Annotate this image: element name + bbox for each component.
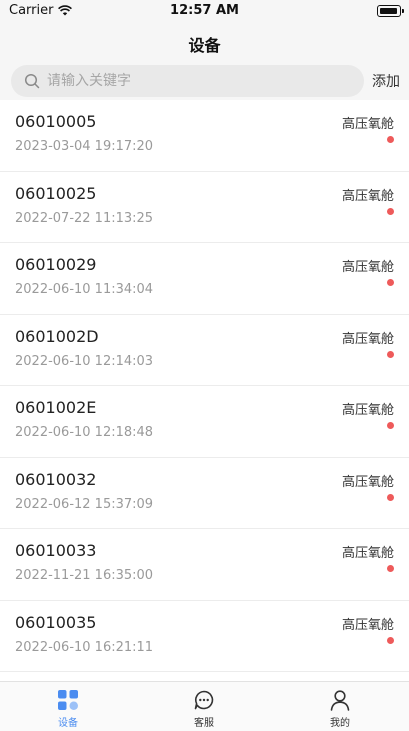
status-dot [387,493,394,501]
status-dot [387,422,394,429]
tab-label: 我的 [330,718,350,729]
device-timestamp: 2022-06-10 12:14:03 [15,353,154,369]
list-item[interactable]: 06010029 2022-06-10 11:34:04 高压氧舱 [0,243,409,315]
status-dot [387,565,394,572]
device-type: 高压氧舱 [341,188,394,204]
tab-label: 设备 [58,718,78,729]
list-item[interactable]: 0601002E 2022-06-10 12:18:48 高压氧舱 [0,386,409,458]
device-type: 高压氧舱 [341,403,394,418]
device-timestamp: 2023-03-04 19:17:20 [15,139,154,154]
tab-label: 客服 [194,718,214,729]
device-timestamp: 2022-07-22 11:13:25 [15,210,154,226]
device-id: 06010025 [15,183,97,203]
device-id: 06010032 [15,469,97,489]
device-type: 高压氧舱 [341,260,394,275]
clock: 12:57 AM [170,3,239,18]
device-list: 06010005 2023-03-04 19:17:20 高压氧舱 060100… [0,100,409,672]
device-id: 06010033 [15,541,97,560]
battery-icon [377,5,404,17]
device-id: 06010005 [15,112,97,131]
status-dot [387,207,394,215]
device-timestamp: 2022-06-10 12:18:48 [15,425,154,440]
search-row: 添加 [0,62,409,100]
search-box[interactable] [11,65,364,97]
list-item[interactable]: 06010032 2022-06-12 15:37:09 高压氧舱 [0,457,409,529]
device-type: 高压氧舱 [341,474,394,490]
add-button[interactable]: 添加 [372,71,400,91]
chat-icon [194,690,214,710]
status-dot [387,279,394,286]
device-type: 高压氧舱 [341,331,394,347]
device-timestamp: 2022-06-10 11:34:04 [15,282,154,297]
list-item[interactable]: 06010025 2022-07-22 11:13:25 高压氧舱 [0,171,409,243]
status-dot [387,136,394,143]
tab-customer-service[interactable]: 客服 [136,682,272,731]
status-dot [387,350,394,358]
tab-devices[interactable]: 设备 [0,682,136,731]
grid-icon [58,690,78,710]
search-icon [24,73,40,89]
device-type: 高压氧舱 [341,117,394,132]
page-title: 设备 [188,36,221,55]
navigation-bar: 设备 [0,22,409,62]
device-type: 高压氧舱 [341,617,394,633]
list-item[interactable]: 0601002D 2022-06-10 12:14:03 高压氧舱 [0,314,409,386]
status-bar: Carrier 12:57 AM [0,0,409,22]
device-id: 06010035 [15,612,97,632]
search-input[interactable] [47,65,347,97]
status-dot [387,636,394,644]
list-item[interactable]: 06010035 2022-06-10 16:21:11 高压氧舱 [0,600,409,672]
device-id: 0601002E [15,398,97,417]
person-icon [330,690,350,711]
list-item[interactable]: 06010005 2023-03-04 19:17:20 高压氧舱 [0,100,409,172]
device-timestamp: 2022-06-10 16:21:11 [15,639,154,655]
device-id: 06010029 [15,255,97,274]
device-id: 0601002D [15,326,99,346]
tab-bar: 设备 客服 我的 [0,681,409,731]
tab-profile[interactable]: 我的 [272,682,408,731]
list-item[interactable]: 06010033 2022-11-21 16:35:00 高压氧舱 [0,529,409,601]
device-timestamp: 2022-06-12 15:37:09 [15,496,154,512]
device-type: 高压氧舱 [341,546,394,561]
device-timestamp: 2022-11-21 16:35:00 [15,568,154,583]
